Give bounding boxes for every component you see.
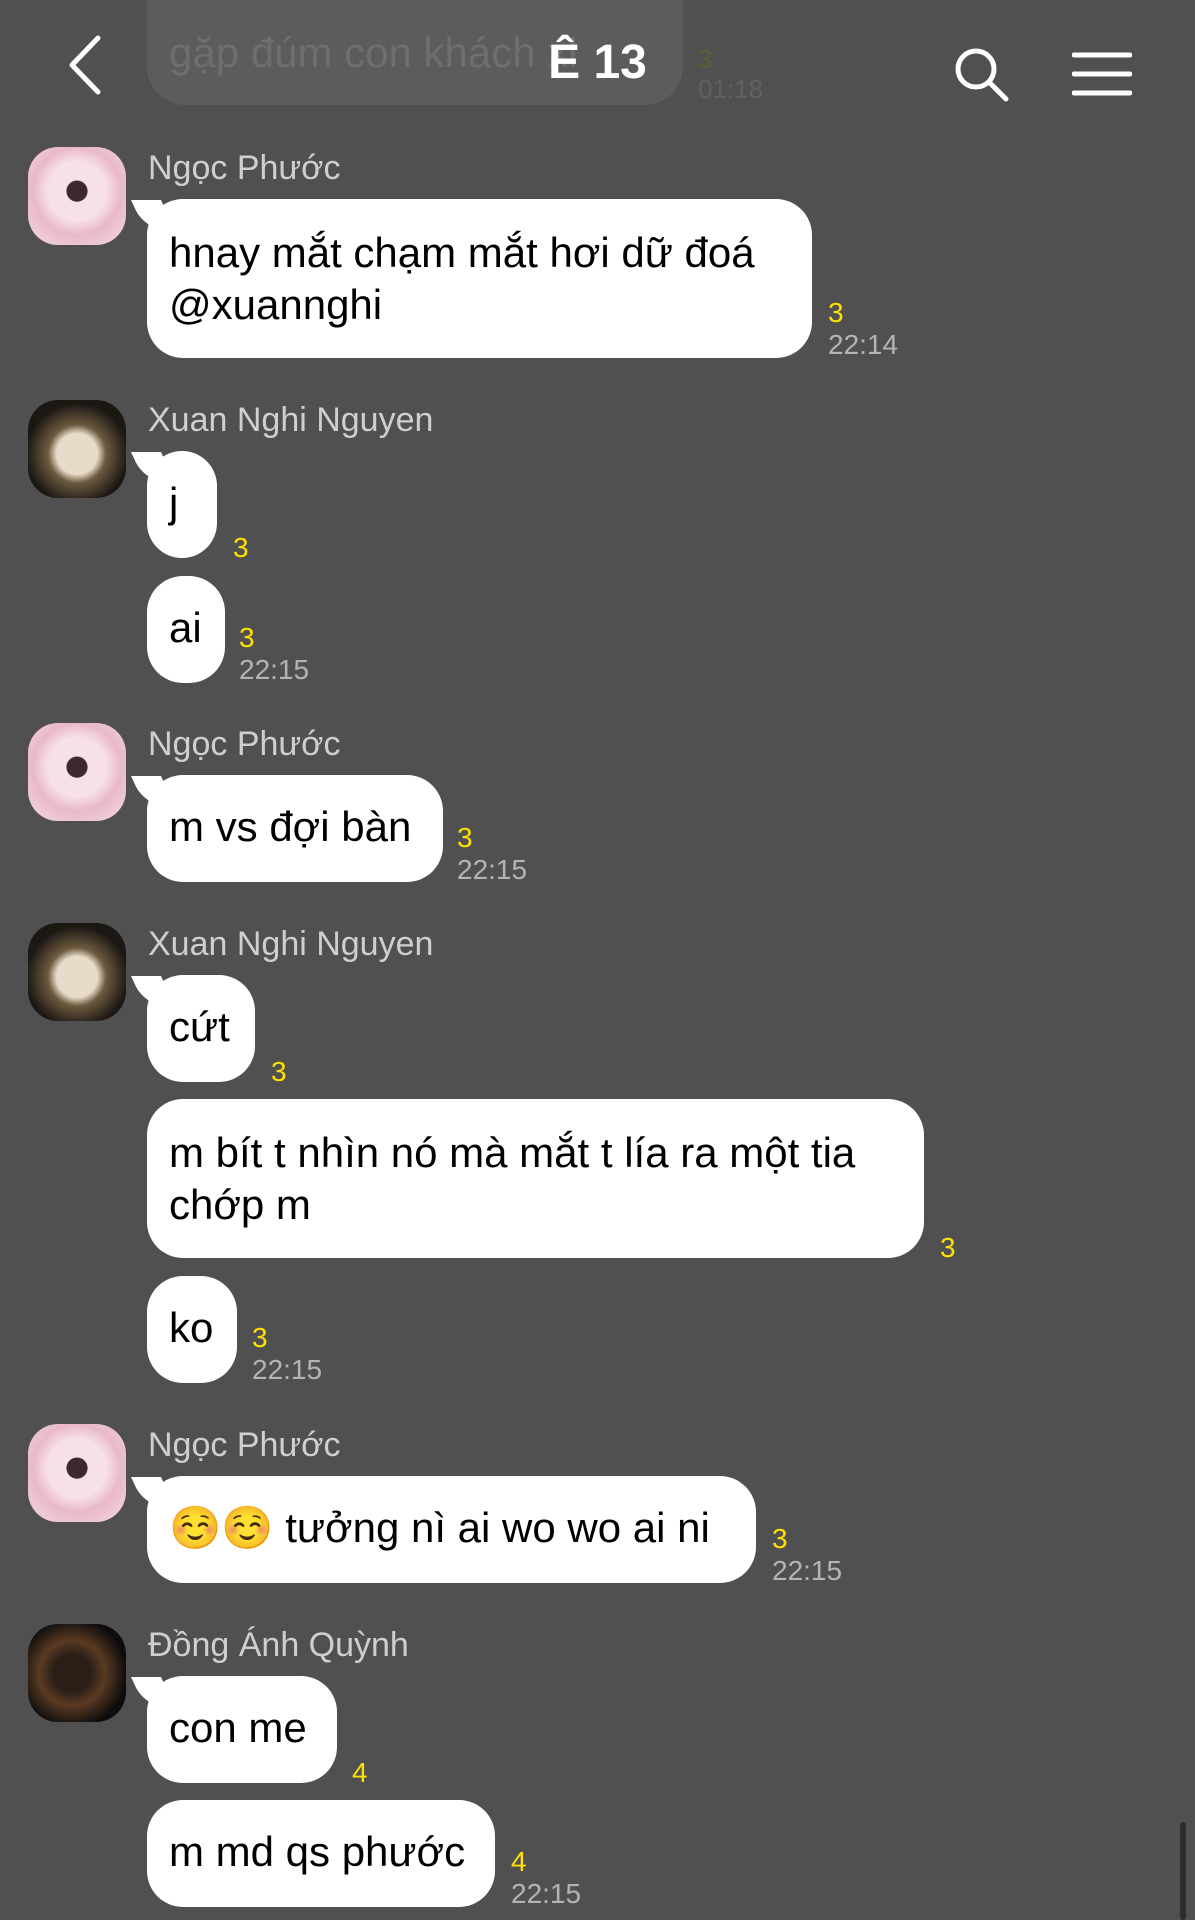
back-button[interactable] — [62, 30, 112, 100]
message-bubble[interactable]: m vs đợi bàn — [147, 775, 443, 882]
sender-name: Xuan Nghi Nguyen — [148, 925, 434, 963]
message-text: ko — [169, 1304, 214, 1351]
avatar[interactable] — [28, 1624, 126, 1722]
message-text-line: m bít t nhìn nó mà mắt t lía ra một tia — [169, 1129, 856, 1176]
message-text: m md qs phước — [169, 1828, 466, 1875]
unread-count: 3 — [239, 622, 255, 653]
message-text: ai — [169, 604, 202, 651]
message-meta: 3 22:15 — [457, 822, 527, 886]
unread-count: 3 — [233, 532, 249, 563]
avatar[interactable] — [28, 1424, 126, 1522]
search-button[interactable] — [952, 45, 1012, 105]
sender-name: Đồng Ánh Quỳnh — [148, 1626, 409, 1664]
unread-count: 4 — [511, 1846, 527, 1877]
message-text-line: @xuannghi — [169, 281, 383, 328]
chat-screen: gặp đúm con khách xl 3 01:18 Ê 13 Ngọc P… — [0, 0, 1195, 1920]
message-time: 22:15 — [511, 1878, 582, 1909]
avatar[interactable] — [28, 400, 126, 498]
message-meta: 3 22:15 — [239, 622, 309, 686]
message-bubble[interactable]: m md qs phước — [147, 1800, 495, 1907]
message-meta: 3 — [271, 1056, 287, 1088]
message-bubble[interactable]: hnay mắt chạm mắt hơi dữ đoá @xuannghi — [147, 199, 812, 358]
search-icon — [955, 48, 1009, 102]
message-meta: 3 22:15 — [772, 1523, 842, 1587]
message-bubble[interactable]: ai — [147, 576, 225, 683]
message-text: con me — [169, 1704, 307, 1751]
message-meta: 4 — [352, 1757, 368, 1789]
message-text: j — [169, 479, 179, 526]
sender-name: Ngọc Phước — [148, 1426, 341, 1464]
message-bubble[interactable]: ko — [147, 1276, 237, 1383]
message-text: cứt — [169, 1003, 230, 1050]
hamburger-menu-icon — [1071, 52, 1133, 96]
message-meta: 3 — [233, 532, 249, 564]
message-meta: 3 22:15 — [252, 1322, 322, 1386]
message-time: 22:15 — [239, 654, 310, 685]
unread-count: 3 — [252, 1322, 268, 1353]
unread-count: 3 — [772, 1523, 788, 1554]
message-meta: 3 22:14 — [828, 297, 898, 361]
message-time: 22:15 — [252, 1354, 323, 1385]
avatar[interactable] — [28, 723, 126, 821]
message-bubble[interactable]: j — [147, 451, 217, 558]
message-meta: 3 — [940, 1232, 956, 1264]
message-text-line: hnay mắt chạm mắt hơi dữ đoá — [169, 229, 755, 276]
sender-name: Ngọc Phước — [148, 725, 341, 763]
unread-count: 3 — [271, 1056, 287, 1087]
top-bar: gặp đúm con khách xl 3 01:18 Ê 13 — [0, 0, 1195, 120]
message-bubble[interactable]: cứt — [147, 975, 255, 1082]
chat-title: Ê 13 — [548, 36, 647, 89]
unread-count: 4 — [352, 1757, 368, 1788]
message-bubble[interactable]: m bít t nhìn nó mà mắt t lía ra một tia … — [147, 1099, 924, 1258]
chevron-left-icon — [69, 35, 101, 95]
unread-count: 3 — [457, 822, 473, 853]
unread-count: 3 — [940, 1232, 956, 1263]
message-time: 22:14 — [828, 329, 899, 360]
message-text: m vs đợi bàn — [169, 803, 412, 850]
message-bubble[interactable]: con me — [147, 1676, 337, 1783]
message-bubble[interactable]: ☺️☺️ tưởng nì ai wo wo ai ni — [147, 1476, 756, 1583]
sender-name: Xuan Nghi Nguyen — [148, 401, 434, 439]
message-meta: 4 22:15 — [511, 1846, 581, 1910]
menu-button[interactable] — [1071, 50, 1133, 100]
avatar[interactable] — [28, 923, 126, 1021]
message-text-line: chớp m — [169, 1181, 311, 1228]
avatar[interactable] — [28, 147, 126, 245]
scrollbar[interactable] — [1180, 1822, 1186, 1920]
message-time: 22:15 — [772, 1555, 843, 1586]
unread-count: 3 — [828, 297, 844, 328]
sender-name: Ngọc Phước — [148, 149, 341, 187]
message-time: 22:15 — [457, 854, 528, 885]
message-text: ☺️☺️ tưởng nì ai wo wo ai ni — [169, 1504, 710, 1551]
